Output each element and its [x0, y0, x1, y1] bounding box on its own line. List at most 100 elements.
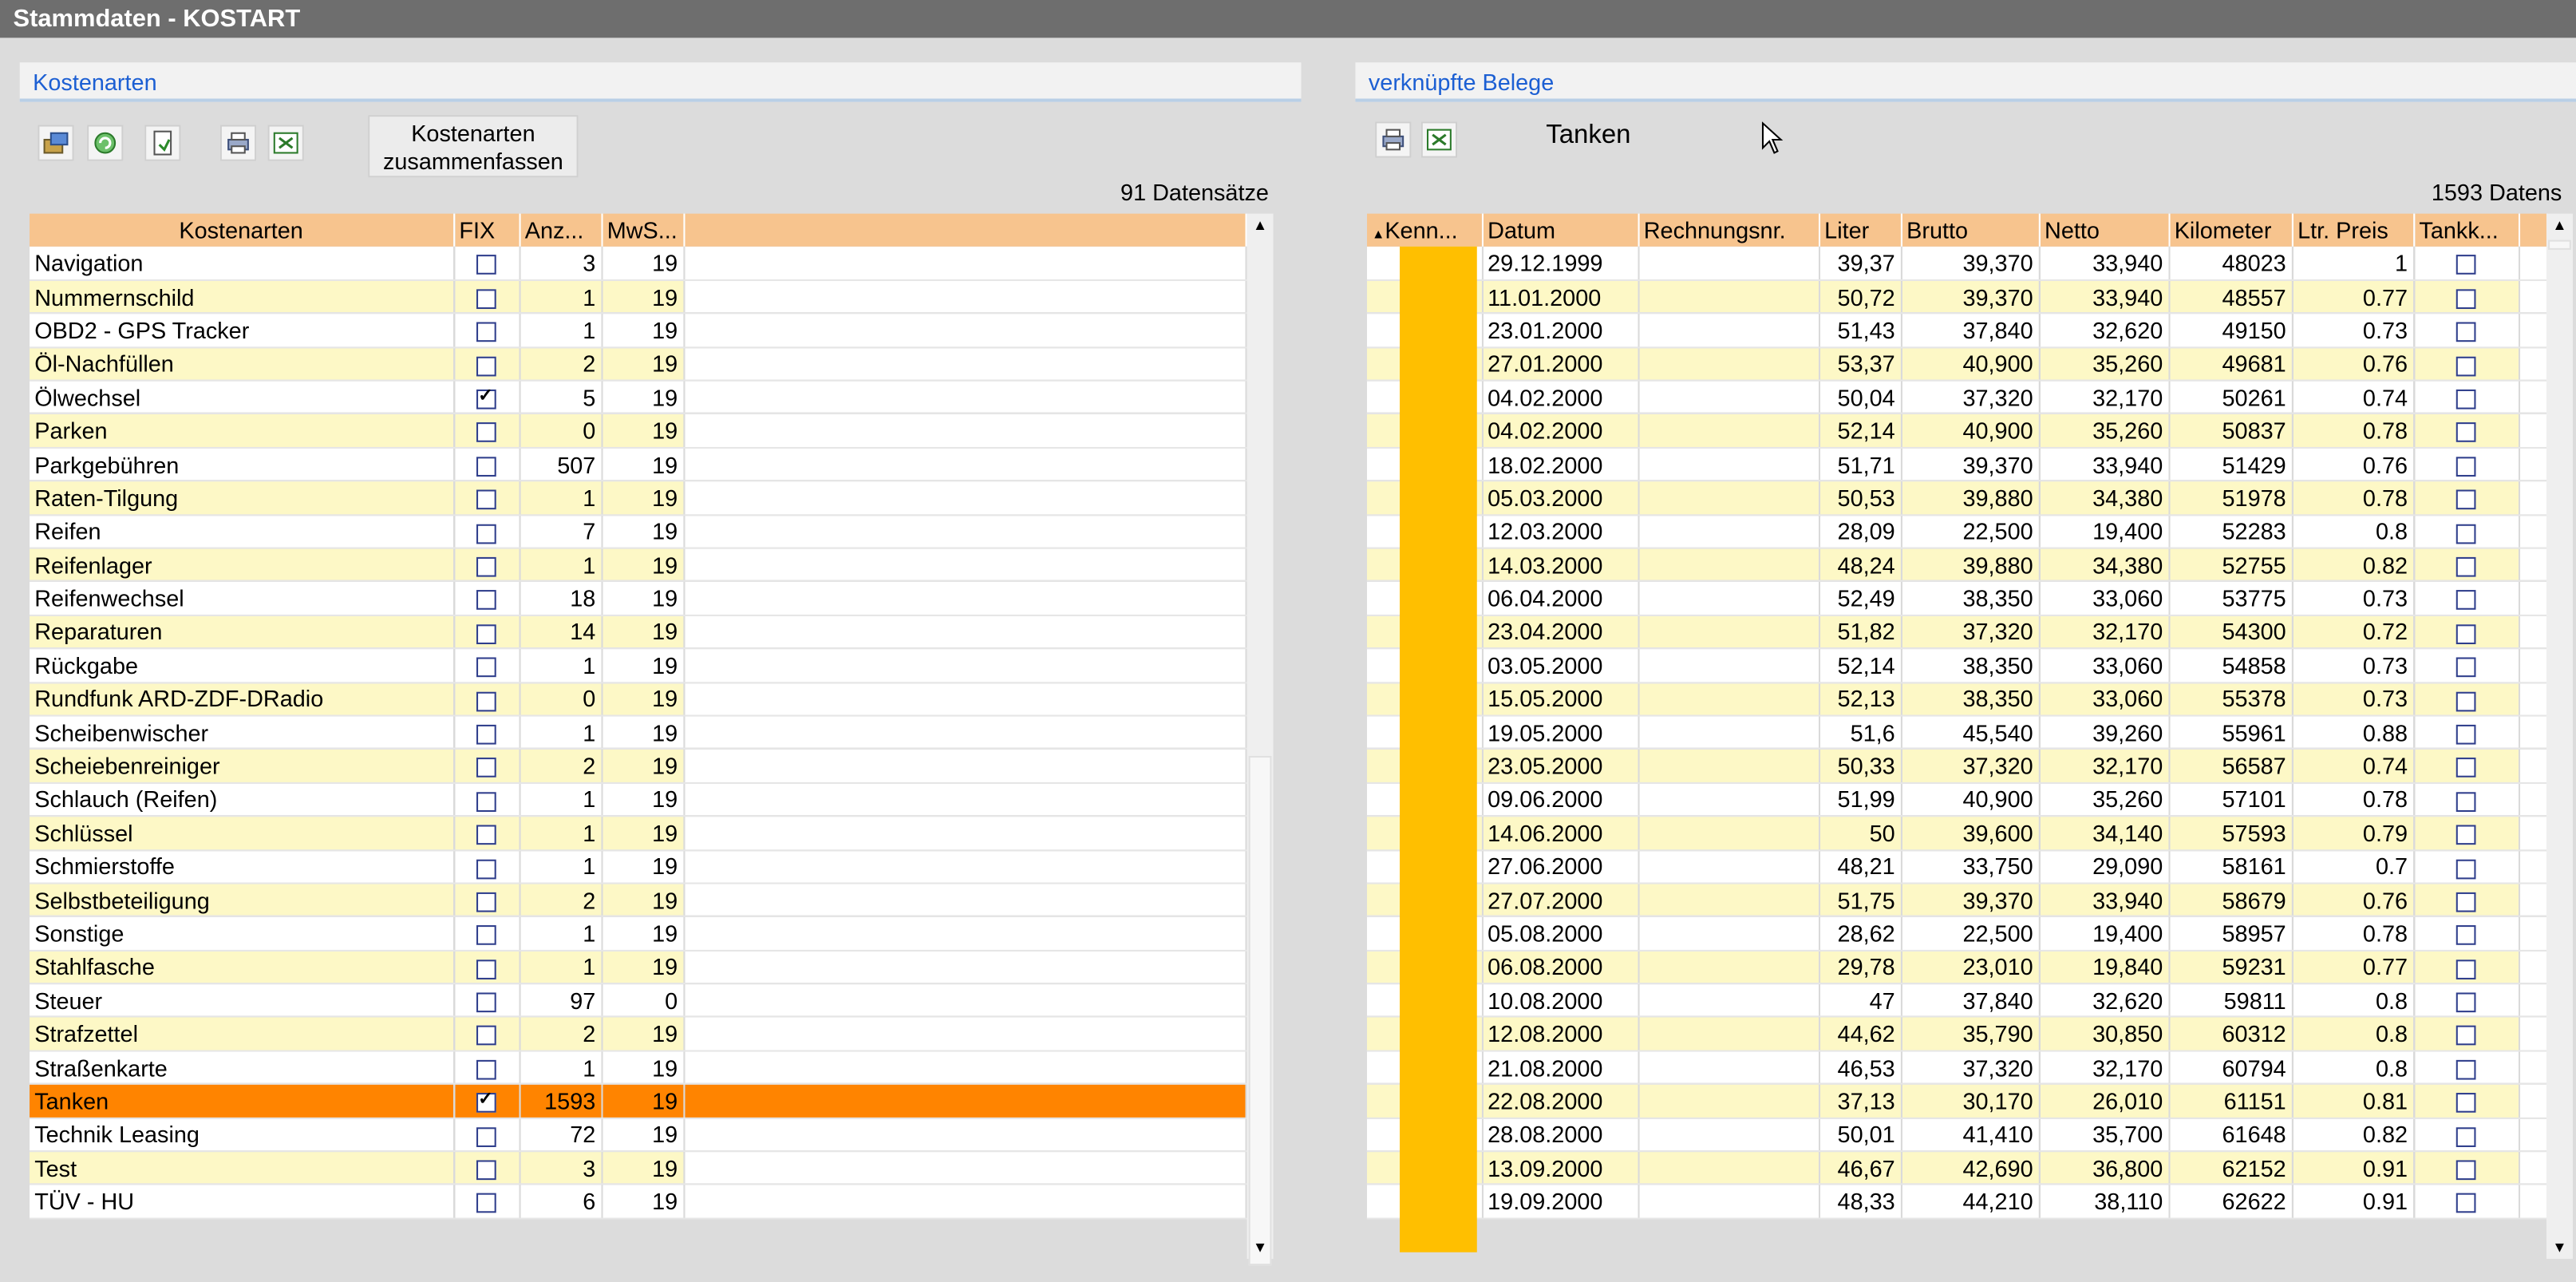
- table-row[interactable]: 06.08.2000 29,78 23,010 19,840 59231 0.77: [1366, 950, 2548, 985]
- tankkarte-cell[interactable]: [2413, 648, 2520, 683]
- scroll-up-arrow-icon[interactable]: ▲: [1247, 214, 1274, 237]
- checkbox-unchecked[interactable]: [2455, 724, 2476, 745]
- checkbox-unchecked[interactable]: [476, 289, 496, 309]
- checkbox-unchecked[interactable]: [476, 255, 496, 275]
- tankkarte-cell[interactable]: [2413, 849, 2520, 884]
- table-row[interactable]: Ölwechsel 519: [30, 380, 1247, 415]
- tankkarte-cell[interactable]: [2413, 983, 2520, 1019]
- table-row[interactable]: 19.09.2000 48,33 44,210 38,110 62622 0.91: [1366, 1185, 2548, 1220]
- tankkarte-cell[interactable]: [2413, 413, 2520, 449]
- table-row[interactable]: Steuer 97 0: [30, 983, 1247, 1019]
- checkbox-unchecked[interactable]: [476, 959, 496, 979]
- table-row[interactable]: Reifenwechsel 18 19: [30, 581, 1247, 616]
- table-row[interactable]: 09.06.2000 51,99 40,900 35,260 57101 0.78: [1366, 782, 2548, 817]
- table-row[interactable]: 11.01.2000 50,72 39,370 33,940 48557 0.77: [1366, 279, 2548, 315]
- fix-cell[interactable]: [453, 883, 520, 918]
- checkbox-unchecked[interactable]: [476, 858, 496, 879]
- column-header-netto[interactable]: Netto: [2038, 213, 2170, 247]
- checkbox-unchecked[interactable]: [476, 1160, 496, 1181]
- checkbox-unchecked[interactable]: [2455, 791, 2476, 812]
- table-row[interactable]: Schlüssel 1 19: [30, 816, 1247, 851]
- fix-cell[interactable]: [453, 346, 520, 382]
- scroll-up-arrow-icon[interactable]: ▲: [2546, 214, 2573, 237]
- checkbox-unchecked[interactable]: [2455, 623, 2476, 644]
- tankkarte-cell[interactable]: [2413, 1017, 2520, 1052]
- checkbox-unchecked[interactable]: [2455, 1193, 2476, 1214]
- merge-cost-types-button[interactable]: Kostenarten zusammenfassen: [368, 115, 579, 178]
- checkbox-unchecked[interactable]: [476, 356, 496, 376]
- tankkarte-cell[interactable]: [2413, 916, 2520, 952]
- checkbox-unchecked[interactable]: [476, 422, 496, 443]
- checkbox-unchecked[interactable]: [476, 724, 496, 745]
- column-header-rechnungsnr[interactable]: Rechnungsnr.: [1638, 213, 1820, 247]
- checkbox-unchecked[interactable]: [2455, 1026, 2476, 1047]
- table-row[interactable]: 23.05.2000 50,33 37,320 32,170 56587 0.74: [1366, 749, 2548, 784]
- checkbox-unchecked[interactable]: [476, 322, 496, 342]
- fix-cell[interactable]: [453, 782, 520, 817]
- column-header-datum[interactable]: Datum: [1481, 213, 1639, 247]
- checkbox-unchecked[interactable]: [476, 690, 496, 711]
- tankkarte-cell[interactable]: [2413, 715, 2520, 750]
- scroll-thumb[interactable]: [2548, 239, 2571, 250]
- fix-cell[interactable]: [453, 313, 520, 348]
- fix-cell[interactable]: [453, 615, 520, 650]
- table-row[interactable]: 13.09.2000 46,67 42,690 36,800 62152 0.91: [1366, 1151, 2548, 1186]
- checkbox-unchecked[interactable]: [2455, 289, 2476, 309]
- checkbox-unchecked[interactable]: [476, 1193, 496, 1214]
- left-vertical-scrollbar[interactable]: ▲ ▼: [1247, 213, 1274, 1266]
- checkbox-unchecked[interactable]: [476, 1026, 496, 1047]
- table-row[interactable]: 14.03.2000 48,24 39,880 34,380 52755 0.82: [1366, 548, 2548, 583]
- checkbox-unchecked[interactable]: [2455, 657, 2476, 678]
- right-print-button[interactable]: [1375, 121, 1412, 158]
- fix-cell[interactable]: [453, 413, 520, 449]
- table-row[interactable]: Reparaturen 14 19: [30, 615, 1247, 650]
- column-header-liter-preis[interactable]: Ltr. Preis: [2291, 213, 2415, 247]
- checkbox-unchecked[interactable]: [2455, 858, 2476, 879]
- column-header-kostenarten[interactable]: Kostenarten: [30, 213, 455, 247]
- checkbox-unchecked[interactable]: [476, 758, 496, 778]
- properties-button[interactable]: [38, 125, 74, 161]
- table-row[interactable]: Parkgebühren 507 19: [30, 447, 1247, 482]
- table-row[interactable]: 12.03.2000 28,09 22,500 19,400 52283 0.8: [1366, 514, 2548, 549]
- table-row[interactable]: 05.08.2000 28,62 22,500 19,400 58957 0.78: [1366, 916, 2548, 952]
- fix-cell[interactable]: [453, 548, 520, 583]
- fix-cell[interactable]: [453, 246, 520, 281]
- table-row[interactable]: 18.02.2000 51,71 39,370 33,940 51429 0.76: [1366, 447, 2548, 482]
- table-row[interactable]: Selbstbeteiligung 2 19: [30, 883, 1247, 918]
- table-row[interactable]: 14.06.2000 50 39,600 34,140 57593 0.79: [1366, 816, 2548, 851]
- checkbox-unchecked[interactable]: [2455, 925, 2476, 946]
- checkbox-unchecked[interactable]: [2455, 556, 2476, 577]
- checkbox-unchecked[interactable]: [2455, 1126, 2476, 1147]
- scroll-thumb[interactable]: [1248, 756, 1272, 1266]
- tankkarte-cell[interactable]: [2413, 1118, 2520, 1153]
- table-row[interactable]: Reifenlager 1 19: [30, 548, 1247, 583]
- column-header-kilometer[interactable]: Kilometer: [2168, 213, 2293, 247]
- tankkarte-cell[interactable]: [2413, 548, 2520, 583]
- fix-cell[interactable]: [453, 648, 520, 683]
- table-row[interactable]: Technik Leasing 72 19: [30, 1118, 1247, 1153]
- table-row[interactable]: 06.04.2000 52,49 38,350 33,060 53775 0.73: [1366, 581, 2548, 616]
- column-header-brutto[interactable]: Brutto: [1900, 213, 2040, 247]
- tankkarte-cell[interactable]: [2413, 749, 2520, 784]
- fix-cell[interactable]: [453, 279, 520, 315]
- table-row[interactable]: TÜV - HU 6 19: [30, 1185, 1247, 1220]
- checkbox-unchecked[interactable]: [2455, 390, 2476, 410]
- table-row[interactable]: 22.08.2000 37,13 30,170 26,010 61151 0.81: [1366, 1084, 2548, 1119]
- excel-export-button[interactable]: [267, 125, 304, 161]
- checkbox-unchecked[interactable]: [2455, 322, 2476, 342]
- column-header-liter[interactable]: Liter: [1818, 213, 1902, 247]
- fix-cell[interactable]: [453, 1051, 520, 1086]
- tankkarte-cell[interactable]: [2413, 481, 2520, 516]
- tankkarte-cell[interactable]: [2413, 1185, 2520, 1220]
- checkbox-unchecked[interactable]: [2455, 489, 2476, 510]
- table-row[interactable]: Raten-Tilgung 1 19: [30, 481, 1247, 516]
- fix-cell[interactable]: [453, 983, 520, 1019]
- checkbox-unchecked[interactable]: [2455, 523, 2476, 544]
- checkbox-unchecked[interactable]: [476, 623, 496, 644]
- tankkarte-cell[interactable]: [2413, 346, 2520, 382]
- table-row[interactable]: 19.05.2000 51,6 45,540 39,260 55961 0.88: [1366, 715, 2548, 750]
- table-row[interactable]: 27.07.2000 51,75 39,370 33,940 58679 0.76: [1366, 883, 2548, 918]
- checkbox-unchecked[interactable]: [476, 1059, 496, 1080]
- table-row[interactable]: Sonstige 1 19: [30, 916, 1247, 952]
- checkbox-unchecked[interactable]: [476, 892, 496, 912]
